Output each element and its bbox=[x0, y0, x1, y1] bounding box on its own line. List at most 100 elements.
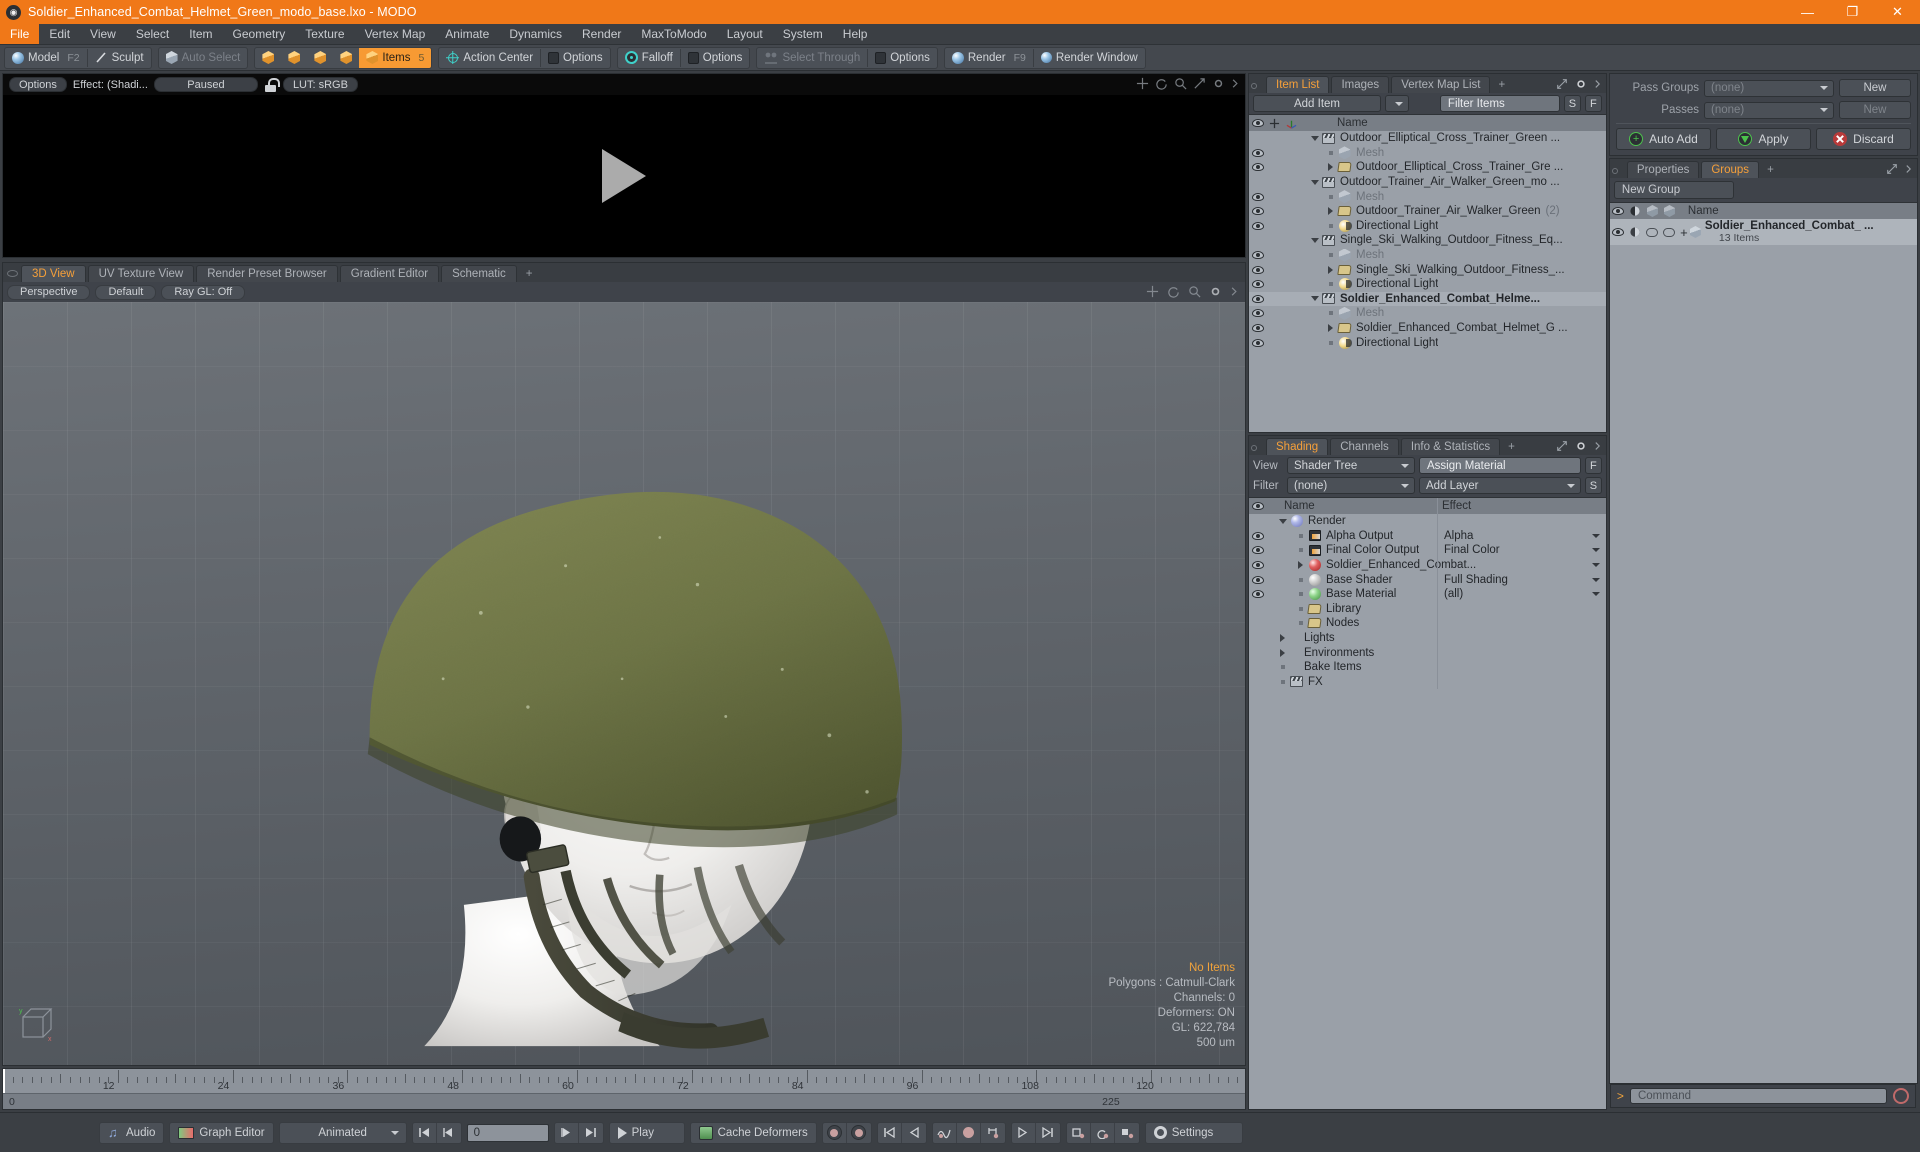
polygons-mode-button[interactable] bbox=[307, 48, 333, 68]
add-item-dropdown[interactable] bbox=[1385, 95, 1409, 112]
row-visibility-toggle[interactable] bbox=[1249, 309, 1266, 318]
settings-button[interactable]: Settings bbox=[1144, 1121, 1243, 1144]
tab-menu-dot[interactable] bbox=[7, 270, 18, 277]
table-row[interactable]: Outdoor_Trainer_Air_Walker_Green_mo ... bbox=[1249, 175, 1606, 190]
key-position-button[interactable] bbox=[823, 1122, 847, 1143]
table-row[interactable]: Alpha Output Alpha bbox=[1249, 528, 1606, 544]
next-key-button[interactable] bbox=[1012, 1122, 1036, 1143]
row-visibility-toggle[interactable] bbox=[1249, 575, 1266, 584]
chevron-right-icon[interactable] bbox=[1594, 78, 1601, 90]
row-visibility-toggle[interactable] bbox=[1249, 207, 1266, 216]
tab-uv-texture-view[interactable]: UV Texture View bbox=[87, 265, 195, 282]
row-visibility-toggle[interactable] bbox=[1249, 192, 1266, 201]
row-visibility-toggle[interactable] bbox=[1249, 546, 1266, 555]
menu-item-maxtomodo[interactable]: MaxToModo bbox=[631, 24, 716, 44]
menu-item-view[interactable]: View bbox=[80, 24, 126, 44]
viewport-raygl-button[interactable]: Ray GL: Off bbox=[161, 284, 246, 300]
expand-twisty-icon[interactable] bbox=[1324, 265, 1337, 274]
expand-icon[interactable] bbox=[1193, 77, 1206, 90]
render-options-button[interactable]: Options bbox=[9, 77, 67, 92]
table-row[interactable]: FX bbox=[1249, 674, 1606, 690]
row-visibility-toggle[interactable] bbox=[1249, 531, 1266, 540]
table-row[interactable]: Outdoor_Trainer_Air_Walker_Green (2) bbox=[1249, 204, 1606, 219]
maximize-button[interactable]: ❐ bbox=[1830, 0, 1875, 24]
row-visibility-toggle[interactable] bbox=[1249, 280, 1266, 289]
zoom-icon[interactable] bbox=[1188, 285, 1201, 298]
delete-key-button[interactable] bbox=[981, 1123, 1005, 1143]
auto-add-button[interactable]: Auto Add bbox=[1615, 128, 1711, 150]
expand-twisty-icon[interactable] bbox=[1324, 163, 1337, 172]
table-row[interactable]: Mesh bbox=[1249, 248, 1606, 263]
table-row[interactable]: Environments bbox=[1249, 645, 1606, 660]
tab-channels[interactable]: Channels bbox=[1330, 438, 1399, 455]
table-row[interactable]: Soldier_Enhanced_Combat... bbox=[1249, 557, 1606, 573]
cache-deformers-button[interactable]: Cache Deformers bbox=[689, 1121, 817, 1144]
key-rotation-button[interactable] bbox=[847, 1123, 871, 1143]
passes-new-button[interactable]: New bbox=[1839, 101, 1911, 119]
select-through-button[interactable]: Select Through bbox=[757, 48, 867, 68]
row-visibility-toggle[interactable] bbox=[1249, 590, 1266, 599]
edges-mode-button[interactable] bbox=[281, 48, 307, 68]
create-key-button[interactable] bbox=[957, 1122, 981, 1143]
tab-3d-view[interactable]: 3D View bbox=[21, 265, 86, 282]
model-mode-button[interactable]: Model F2 bbox=[5, 48, 87, 68]
shading-effect-cell[interactable]: (all) bbox=[1439, 587, 1606, 602]
menu-item-texture[interactable]: Texture bbox=[295, 24, 354, 44]
table-row[interactable]: Directional Light bbox=[1249, 219, 1606, 234]
menu-item-system[interactable]: System bbox=[773, 24, 833, 44]
table-row[interactable]: Directional Light bbox=[1249, 277, 1606, 292]
tab-schematic[interactable]: Schematic bbox=[441, 265, 517, 282]
graph-editor-button[interactable]: Graph Editor bbox=[169, 1121, 274, 1144]
timeline-range-bar[interactable]: 0 225 bbox=[3, 1093, 1245, 1109]
reset-channel-button[interactable] bbox=[1091, 1122, 1115, 1143]
expand-twisty-icon[interactable] bbox=[1324, 207, 1337, 216]
collapse-twisty-icon[interactable] bbox=[1308, 135, 1321, 141]
collapse-twisty-icon[interactable] bbox=[1308, 237, 1321, 243]
next-frame-button[interactable] bbox=[555, 1122, 579, 1143]
table-row[interactable]: Single_Ski_Walking_Outdoor_Fitness_Eq... bbox=[1249, 233, 1606, 248]
tab-gradient-editor[interactable]: Gradient Editor bbox=[339, 265, 440, 282]
move-icon[interactable] bbox=[1146, 285, 1159, 298]
add-tab-button[interactable]: + bbox=[519, 265, 540, 282]
expand-twisty-icon[interactable] bbox=[1276, 648, 1289, 657]
gear-icon[interactable] bbox=[1209, 285, 1222, 298]
item-list-s-button[interactable]: S bbox=[1563, 95, 1581, 112]
tab-images[interactable]: Images bbox=[1331, 76, 1390, 93]
row-visibility-toggle[interactable] bbox=[1249, 294, 1266, 303]
render-window-button[interactable]: Render Window bbox=[1034, 48, 1145, 68]
expand-twisty-icon[interactable] bbox=[1276, 634, 1289, 643]
groups-list-body[interactable]: + Soldier_Enhanced_Combat_ ... 13 Items bbox=[1609, 219, 1917, 1083]
previous-frame-button[interactable] bbox=[437, 1123, 461, 1143]
render-preview-canvas[interactable] bbox=[3, 95, 1245, 257]
menu-item-select[interactable]: Select bbox=[126, 24, 179, 44]
row-visibility-toggle[interactable] bbox=[1610, 228, 1627, 236]
gear-icon[interactable] bbox=[1575, 440, 1587, 452]
table-row[interactable]: Bake Items bbox=[1249, 659, 1606, 675]
shading-effect-cell[interactable]: Alpha bbox=[1439, 529, 1606, 544]
apply-button[interactable]: Apply bbox=[1715, 128, 1811, 150]
timeline-panel[interactable]: 0 12 24 36 48 60 72 84 96 108 120 0 225 bbox=[2, 1068, 1246, 1110]
shading-effect-cell[interactable]: Full Shading bbox=[1439, 572, 1606, 587]
add-layer-dropdown[interactable]: Add Layer bbox=[1419, 477, 1581, 494]
table-row[interactable]: Directional Light bbox=[1249, 335, 1606, 350]
tab-shading[interactable]: Shading bbox=[1266, 438, 1329, 455]
previous-key-step-button[interactable] bbox=[902, 1123, 926, 1143]
row-visibility-toggle[interactable] bbox=[1249, 561, 1266, 570]
key-channel-button[interactable] bbox=[1067, 1122, 1091, 1143]
render-effect-label[interactable]: Effect: (Shadi... bbox=[73, 79, 148, 91]
close-button[interactable]: ✕ bbox=[1875, 0, 1920, 24]
table-row[interactable]: Final Color Output Final Color bbox=[1249, 543, 1606, 558]
render-button[interactable]: Render F9 bbox=[945, 48, 1033, 68]
menu-item-layout[interactable]: Layout bbox=[717, 24, 773, 44]
menu-item-help[interactable]: Help bbox=[833, 24, 878, 44]
rotate-icon[interactable] bbox=[1167, 285, 1180, 298]
row-visibility-toggle[interactable] bbox=[1249, 324, 1266, 333]
action-center-options-button[interactable]: Options bbox=[541, 48, 610, 68]
table-row[interactable]: Render bbox=[1249, 514, 1606, 529]
pass-groups-new-button[interactable]: New bbox=[1839, 79, 1911, 97]
row-wireframe-toggle[interactable] bbox=[1644, 227, 1661, 237]
shading-effect-cell[interactable] bbox=[1439, 558, 1606, 573]
falloff-options-button[interactable]: Options bbox=[681, 48, 750, 68]
table-row[interactable]: Outdoor_Elliptical_Cross_Trainer_Green .… bbox=[1249, 131, 1606, 146]
expand-icon[interactable] bbox=[1556, 440, 1568, 452]
